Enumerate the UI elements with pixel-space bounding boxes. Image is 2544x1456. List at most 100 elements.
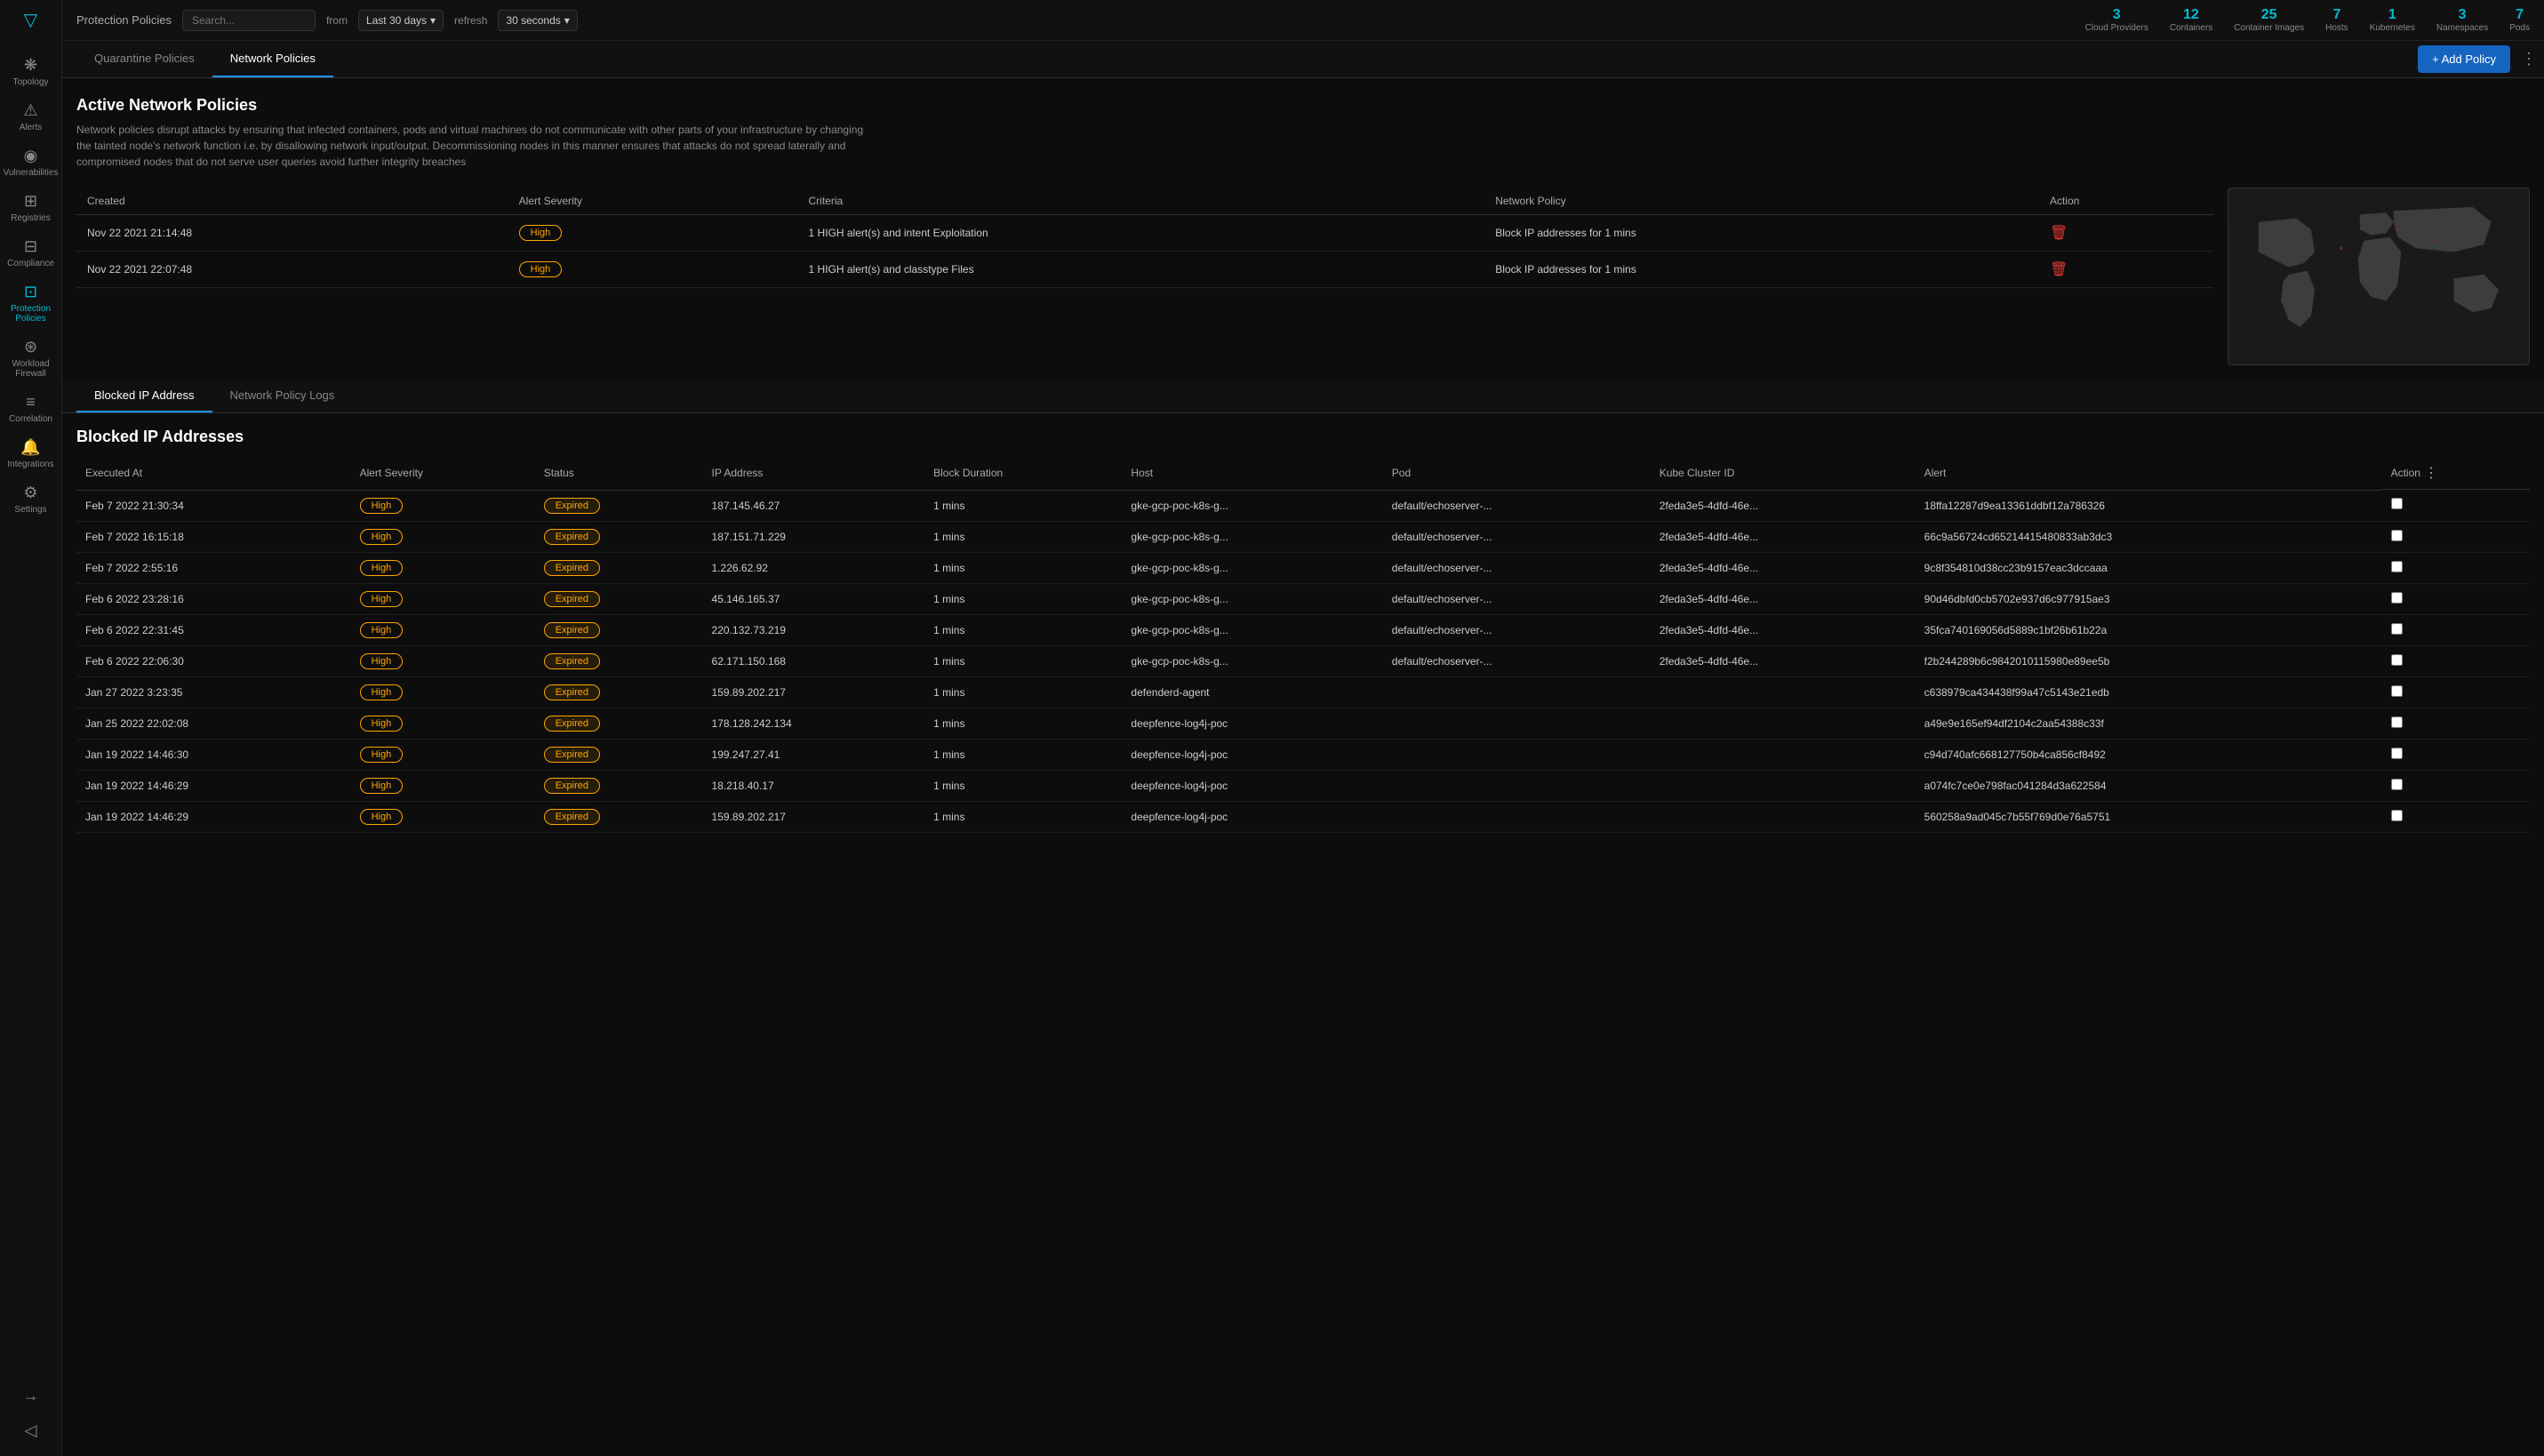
status-badge: Expired: [544, 653, 600, 669]
row-checkbox[interactable]: [2391, 498, 2403, 509]
cell-checkbox[interactable]: [2382, 708, 2530, 739]
sidebar-item-vulnerabilities[interactable]: ◉ Vulnerabilities: [0, 140, 61, 185]
cell-status: Expired: [535, 490, 703, 521]
col-block-duration: Block Duration: [924, 457, 1122, 490]
cell-criteria: 1 HIGH alert(s) and intent Exploitation: [798, 215, 1485, 252]
sidebar-item-label: Topology: [12, 77, 48, 87]
add-policy-button[interactable]: + Add Policy: [2418, 45, 2510, 73]
cell-executed-at: Feb 6 2022 22:31:45: [76, 614, 351, 645]
cell-ip: 18.218.40.17: [703, 770, 925, 801]
search-input[interactable]: [182, 10, 316, 31]
delete-icon[interactable]: 🗑: [2050, 226, 2068, 241]
row-checkbox[interactable]: [2391, 592, 2403, 604]
status-badge: Expired: [544, 529, 600, 545]
cell-severity: High: [351, 552, 535, 583]
sidebar-item-settings[interactable]: ⚙ Settings: [0, 476, 61, 522]
active-policies-table: Created Alert Severity Criteria Network …: [76, 188, 2213, 288]
cell-kube-cluster: [1651, 739, 1916, 770]
cell-pod: default/echoserver-...: [1383, 583, 1651, 614]
stat-cloud-providers: 3 Cloud Providers: [2085, 7, 2148, 33]
delete-icon[interactable]: 🗑: [2050, 262, 2068, 277]
cell-created: Nov 22 2021 22:07:48: [76, 252, 508, 288]
col-alert-severity: Alert Severity: [508, 188, 798, 215]
table-row: Feb 6 2022 22:06:30 High Expired 62.171.…: [76, 645, 2530, 676]
sub-tab-network-logs[interactable]: Network Policy Logs: [212, 380, 353, 412]
cell-checkbox[interactable]: [2382, 645, 2530, 676]
severity-badge: High: [519, 261, 563, 277]
cell-executed-at: Feb 6 2022 23:28:16: [76, 583, 351, 614]
sidebar-item-workload[interactable]: ⊛ Workload Firewall: [0, 331, 61, 386]
cell-checkbox[interactable]: [2382, 770, 2530, 801]
cell-host: deepfence-log4j-poc: [1122, 770, 1382, 801]
sidebar-item-correlation[interactable]: ≡ Correlation: [0, 386, 61, 431]
sub-tab-blocked-ip[interactable]: Blocked IP Address: [76, 380, 212, 412]
collapse-icon: ◁: [25, 1421, 37, 1440]
cell-status: Expired: [535, 552, 703, 583]
chevron-down-icon: ▾: [430, 14, 436, 27]
row-checkbox[interactable]: [2391, 779, 2403, 790]
tab-quarantine[interactable]: Quarantine Policies: [76, 41, 212, 77]
sidebar-item-topology[interactable]: ❋ Topology: [0, 49, 61, 94]
sidebar-item-label: Workload Firewall: [4, 359, 58, 379]
sidebar-collapse[interactable]: ◁: [20, 1414, 43, 1447]
col-pod: Pod: [1383, 457, 1651, 490]
col-host: Host: [1122, 457, 1382, 490]
cell-checkbox[interactable]: [2382, 739, 2530, 770]
refresh-label: refresh: [454, 14, 487, 27]
cell-checkbox[interactable]: [2382, 583, 2530, 614]
row-checkbox[interactable]: [2391, 654, 2403, 666]
date-range-select[interactable]: Last 30 days ▾: [358, 10, 444, 31]
registries-icon: ⊞: [24, 192, 37, 211]
topbar-title: Protection Policies: [76, 13, 172, 27]
cell-severity: High: [508, 252, 798, 288]
cell-checkbox[interactable]: [2382, 521, 2530, 552]
row-checkbox[interactable]: [2391, 623, 2403, 635]
cell-executed-at: Jan 25 2022 22:02:08: [76, 708, 351, 739]
row-checkbox[interactable]: [2391, 716, 2403, 728]
cell-host: gke-gcp-poc-k8s-g...: [1122, 521, 1382, 552]
sidebar-item-integrations[interactable]: 🔔 Integrations: [0, 431, 61, 476]
cell-ip: 1.226.62.92: [703, 552, 925, 583]
refresh-interval-select[interactable]: 30 seconds ▾: [498, 10, 577, 31]
cell-kube-cluster: [1651, 801, 1916, 832]
cell-alert: 90d46dbfd0cb5702e937d6c977915ae3: [1916, 583, 2382, 614]
table-row: Jan 19 2022 14:46:30 High Expired 199.24…: [76, 739, 2530, 770]
compliance-icon: ⊟: [24, 237, 37, 256]
tab-network[interactable]: Network Policies: [212, 41, 333, 77]
sidebar-export[interactable]: →: [20, 1380, 43, 1412]
cell-severity: High: [351, 770, 535, 801]
sidebar-item-protection[interactable]: ⊡ Protection Policies: [0, 276, 61, 331]
topbar: Protection Policies from Last 30 days ▾ …: [62, 0, 2544, 41]
row-checkbox[interactable]: [2391, 685, 2403, 697]
row-checkbox[interactable]: [2391, 748, 2403, 759]
stat-hosts-num: 7: [2332, 7, 2340, 23]
refresh-interval-value: 30 seconds: [506, 14, 560, 27]
sidebar-item-compliance[interactable]: ⊟ Compliance: [0, 230, 61, 276]
cell-duration: 1 mins: [924, 490, 1122, 521]
cell-severity: High: [351, 676, 535, 708]
table-more-icon[interactable]: ⋮: [2424, 464, 2438, 482]
more-options-icon[interactable]: ⋮: [2521, 50, 2537, 68]
row-checkbox[interactable]: [2391, 561, 2403, 572]
cell-checkbox[interactable]: [2382, 676, 2530, 708]
cell-alert: 35fca740169056d5889c1bf26b61b22a: [1916, 614, 2382, 645]
cell-severity: High: [351, 614, 535, 645]
cell-ip: 187.145.46.27: [703, 490, 925, 521]
cell-status: Expired: [535, 676, 703, 708]
cell-executed-at: Feb 7 2022 2:55:16: [76, 552, 351, 583]
severity-badge: High: [360, 591, 404, 607]
sidebar-item-alerts[interactable]: ⚠ Alerts: [0, 94, 61, 140]
cell-kube-cluster: [1651, 770, 1916, 801]
cell-checkbox[interactable]: [2382, 614, 2530, 645]
row-checkbox[interactable]: [2391, 530, 2403, 541]
stat-kubernetes-num: 1: [2388, 7, 2396, 23]
row-checkbox[interactable]: [2391, 810, 2403, 821]
cell-checkbox[interactable]: [2382, 490, 2530, 521]
sidebar-item-label: Settings: [14, 505, 46, 515]
status-badge: Expired: [544, 622, 600, 638]
cell-checkbox[interactable]: [2382, 801, 2530, 832]
sidebar-item-registries[interactable]: ⊞ Registries: [0, 185, 61, 230]
cell-checkbox[interactable]: [2382, 552, 2530, 583]
severity-badge: High: [360, 622, 404, 638]
cell-kube-cluster: [1651, 708, 1916, 739]
